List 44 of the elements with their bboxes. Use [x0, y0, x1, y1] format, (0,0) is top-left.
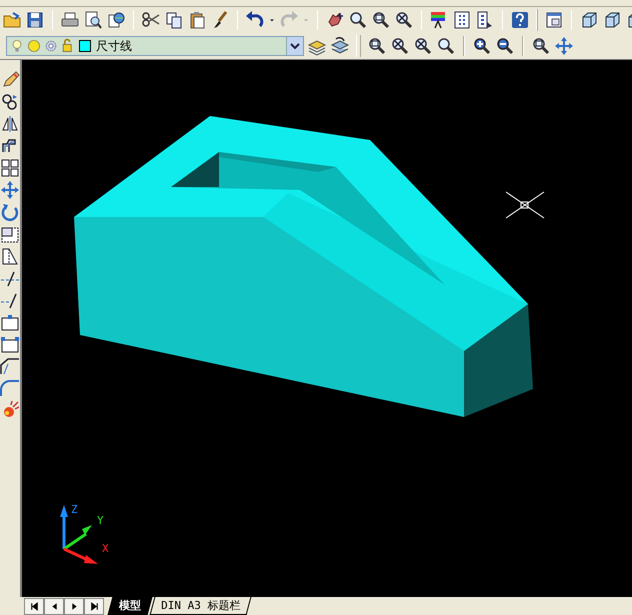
sun-icon[interactable]: [26, 38, 42, 54]
move-arrows-icon[interactable]: [0, 180, 20, 200]
save-icon[interactable]: [25, 10, 45, 30]
zoom-window-icon[interactable]: [531, 36, 551, 56]
zoom-icon[interactable]: [348, 10, 368, 30]
layout-tab[interactable]: DIN A3 标题栏: [150, 597, 252, 615]
grid-icon[interactable]: [0, 158, 20, 178]
caret-icon: [290, 42, 300, 50]
break-icon[interactable]: [0, 312, 20, 332]
zoom-icon[interactable]: [436, 36, 456, 56]
zoom-extents-icon[interactable]: [390, 36, 410, 56]
window-icon[interactable]: [544, 10, 564, 30]
crosshair-cursor: [506, 192, 544, 218]
axis-label: Z: [71, 503, 78, 516]
zoom-extents-icon[interactable]: [413, 36, 433, 56]
first-icon[interactable]: [28, 600, 40, 612]
fillet-icon[interactable]: [0, 378, 20, 398]
zoom-window-icon[interactable]: [367, 36, 387, 56]
folder-icon[interactable]: [2, 10, 22, 30]
zoom-in-icon[interactable]: [472, 36, 492, 56]
undo-icon[interactable]: [245, 10, 265, 30]
layer-dropdown[interactable]: 尺寸线: [6, 36, 304, 56]
stretch-icon[interactable]: [0, 246, 20, 266]
layout-tab[interactable]: 模型: [108, 597, 152, 615]
copy-icon[interactable]: [164, 10, 184, 30]
preview-icon[interactable]: [83, 10, 103, 30]
grid-panel-icon[interactable]: [452, 10, 472, 30]
chamfer-icon[interactable]: [0, 356, 20, 376]
help-icon[interactable]: [510, 10, 530, 30]
last-icon[interactable]: [88, 600, 100, 612]
mirror-icon[interactable]: [0, 114, 20, 134]
globe-icon[interactable]: [106, 10, 126, 30]
join-icon[interactable]: [0, 334, 20, 354]
axis-label: Y: [97, 514, 104, 527]
rotate-icon[interactable]: [0, 202, 20, 222]
zoom-window-icon[interactable]: [371, 10, 391, 30]
dropdown-button[interactable]: [286, 37, 303, 55]
zoom-extents-icon[interactable]: [394, 10, 414, 30]
color-swatch-icon: [79, 40, 91, 52]
axis-label: X: [102, 542, 109, 555]
layer-name: 尺寸线: [96, 38, 133, 54]
zoom-out-icon[interactable]: [495, 36, 515, 56]
move-arrows-icon[interactable]: [554, 36, 574, 56]
layer-back-icon[interactable]: [330, 36, 350, 56]
